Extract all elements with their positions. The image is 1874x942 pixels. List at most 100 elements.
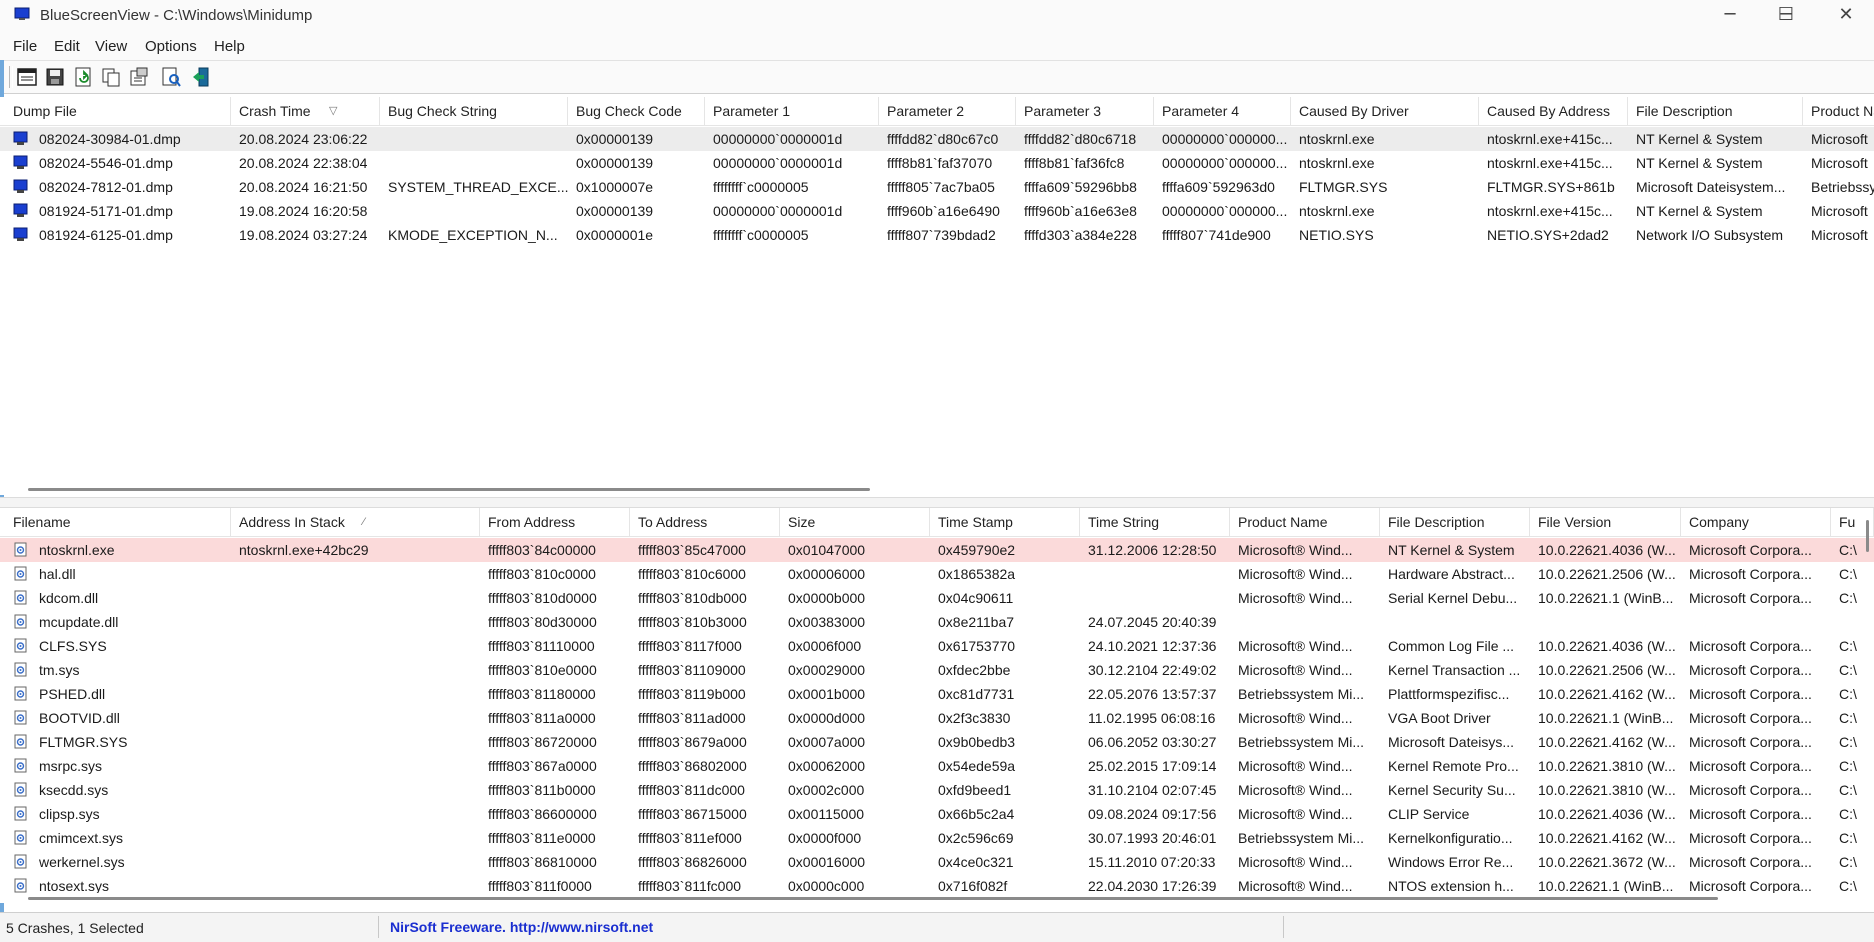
- cell-time-stamp: 0xc81d7731: [938, 686, 1015, 702]
- cell-to-address: fffff803`810b3000: [638, 614, 747, 630]
- table-row[interactable]: PSHED.dll fffff803`81180000 fffff803`8119b…: [0, 682, 1874, 706]
- column-header-parameter-1[interactable]: Parameter 1: [705, 97, 879, 125]
- crash-list-horizontal-scrollbar[interactable]: [0, 484, 1874, 494]
- driver-list[interactable]: Filename Address In Stack ⁄ From Address …: [0, 508, 1874, 896]
- properties-icon[interactable]: [128, 66, 150, 88]
- column-header-to-address[interactable]: To Address: [630, 508, 780, 536]
- cell-filename: werkernel.sys: [39, 854, 125, 870]
- table-row[interactable]: 082024-30984-01.dmp 20.08.2024 23:06:22 0x…: [0, 127, 1874, 151]
- cell-to-address: fffff803`811ef000: [638, 830, 742, 846]
- table-row[interactable]: CLFS.SYS fffff803`81110000 fffff803`8117f0…: [0, 634, 1874, 658]
- maximize-icon: ☐: [1777, 4, 1795, 25]
- table-row[interactable]: mcupdate.dll fffff803`80d30000 fffff803`81…: [0, 610, 1874, 634]
- driver-list-vertical-scroll-thumb[interactable]: [1866, 520, 1869, 552]
- menu-edit[interactable]: Edit: [54, 38, 80, 55]
- column-header-size[interactable]: Size: [780, 508, 930, 536]
- find-icon[interactable]: [160, 66, 182, 88]
- table-row[interactable]: msrpc.sys fffff803`867a0000 fffff803`86802…: [0, 754, 1874, 778]
- table-row[interactable]: hal.dll fffff803`810c0000 fffff803`810c600…: [0, 562, 1874, 586]
- cell-from-address: fffff803`810d0000: [488, 590, 597, 606]
- cell-from-address: fffff803`80d30000: [488, 614, 597, 630]
- cell-time-stamp: 0x2c596c69: [938, 830, 1014, 846]
- table-row[interactable]: ntoskrnl.exe ntoskrnl.exe+42bc29 fffff803`…: [0, 538, 1874, 562]
- column-header-parameter-4[interactable]: Parameter 4: [1154, 97, 1291, 125]
- maximize-button[interactable]: ☐: [1758, 0, 1814, 32]
- table-row[interactable]: tm.sys fffff803`810e0000 fffff803`81109000…: [0, 658, 1874, 682]
- cell-parameter-3: ffffd303`a384e228: [1024, 227, 1137, 243]
- table-row[interactable]: 082024-5546-01.dmp 20.08.2024 22:38:04 0x0…: [0, 151, 1874, 175]
- table-row[interactable]: werkernel.sys fffff803`86810000 fffff803`8…: [0, 850, 1874, 874]
- table-row[interactable]: 081924-5171-01.dmp 19.08.2024 16:20:58 0x0…: [0, 199, 1874, 223]
- driver-list-scroll-thumb[interactable]: [28, 897, 1718, 900]
- cell-parameter-2: ffff960b`a16e6490: [887, 203, 1000, 219]
- column-header-time-stamp[interactable]: Time Stamp: [930, 508, 1080, 536]
- menu-help[interactable]: Help: [214, 38, 245, 55]
- cell-file-version: [1530, 610, 1681, 634]
- column-header-company[interactable]: Company: [1681, 508, 1831, 536]
- column-header-file-description[interactable]: File Description: [1628, 97, 1803, 125]
- column-header-parameter-2[interactable]: Parameter 2: [879, 97, 1016, 125]
- column-header-bug-check-string[interactable]: Bug Check String: [380, 97, 568, 125]
- cell-filename: ksecdd.sys: [39, 782, 109, 798]
- crash-list-scroll-thumb[interactable]: [28, 488, 870, 491]
- driver-list-horizontal-scrollbar[interactable]: [0, 893, 1874, 903]
- cell-product-name: Microsoft: [1811, 155, 1868, 171]
- cell-file-description: VGA Boot Driver: [1388, 710, 1491, 726]
- exit-icon[interactable]: [190, 66, 212, 88]
- table-row[interactable]: clipsp.sys fffff803`86600000 fffff803`8671…: [0, 802, 1874, 826]
- cell-address-in-stack: [231, 658, 480, 682]
- column-header-caused-by-address[interactable]: Caused By Address: [1479, 97, 1628, 125]
- cell-size: 0x00383000: [788, 614, 866, 630]
- column-header-time-string[interactable]: Time String: [1080, 508, 1230, 536]
- column-header-from-address[interactable]: From Address: [480, 508, 630, 536]
- cell-file-description: Serial Kernel Debu...: [1388, 590, 1518, 606]
- cell-parameter-4: fffff807`741de900: [1162, 227, 1271, 243]
- table-row[interactable]: cmimcext.sys fffff803`811e0000 fffff803`81…: [0, 826, 1874, 850]
- nirsoft-link[interactable]: NirSoft Freeware. http://www.nirsoft.net: [390, 919, 653, 935]
- cell-address-in-stack: [231, 802, 480, 826]
- close-button[interactable]: ✕: [1818, 0, 1874, 32]
- cell-address-in-stack: [231, 778, 480, 802]
- column-header-filename[interactable]: Filename: [5, 508, 231, 536]
- table-row[interactable]: 081924-6125-01.dmp 19.08.2024 03:27:24 KMO…: [0, 223, 1874, 247]
- window-title: BlueScreenView - C:\Windows\Minidump: [40, 7, 313, 24]
- table-row[interactable]: FLTMGR.SYS fffff803`86720000 fffff803`8679…: [0, 730, 1874, 754]
- cell-size: 0x0000d000: [788, 710, 866, 726]
- column-header-crash-time[interactable]: Crash Time ▽: [231, 97, 380, 125]
- table-row[interactable]: BOOTVID.dll fffff803`811a0000 fffff803`811…: [0, 706, 1874, 730]
- cell-parameter-1: ffffffff`c0000005: [713, 179, 809, 195]
- column-header-parameter-3[interactable]: Parameter 3: [1016, 97, 1154, 125]
- copy-icon[interactable]: [100, 66, 122, 88]
- table-row[interactable]: kdcom.dll fffff803`810d0000 fffff803`810db…: [0, 586, 1874, 610]
- refresh-icon[interactable]: [72, 66, 94, 88]
- table-row[interactable]: ksecdd.sys fffff803`811b0000 fffff803`811d…: [0, 778, 1874, 802]
- column-header-product-name[interactable]: Product Name: [1230, 508, 1380, 536]
- html-report-icon[interactable]: [16, 66, 38, 88]
- cell-file-version: 10.0.22621.1 (WinB...: [1538, 710, 1674, 726]
- cell-full-path: C:\: [1839, 710, 1857, 726]
- menu-options[interactable]: Options: [145, 38, 197, 55]
- column-header-bug-check-code[interactable]: Bug Check Code: [568, 97, 705, 125]
- column-header-caused-by-driver[interactable]: Caused By Driver: [1291, 97, 1479, 125]
- column-header-dump-file[interactable]: Dump File: [5, 97, 231, 125]
- column-header-product-name[interactable]: Product Na: [1803, 97, 1874, 125]
- menu-file[interactable]: File: [13, 38, 37, 55]
- column-header-address-in-stack[interactable]: Address In Stack ⁄: [231, 508, 480, 536]
- save-icon[interactable]: [44, 66, 66, 88]
- cell-product-name: Microsoft® Wind...: [1238, 542, 1353, 558]
- pane-splitter[interactable]: [0, 497, 1874, 508]
- column-header-file-description[interactable]: File Description: [1380, 508, 1530, 536]
- cell-crash-time: 20.08.2024 22:38:04: [239, 155, 368, 171]
- menu-view[interactable]: View: [95, 38, 127, 55]
- cell-caused-by-address: FLTMGR.SYS+861b: [1487, 179, 1615, 195]
- crash-list[interactable]: Dump File Crash Time ▽ Bug Check String B…: [0, 97, 1874, 495]
- table-row[interactable]: 082024-7812-01.dmp 20.08.2024 16:21:50 SYS…: [0, 175, 1874, 199]
- cell-time-string: 31.12.2006 12:28:50: [1088, 542, 1217, 558]
- column-header-file-version[interactable]: File Version: [1530, 508, 1681, 536]
- cell-parameter-4: 00000000`000000...: [1162, 131, 1288, 147]
- cell-file-version: 10.0.22621.3810 (W...: [1538, 782, 1676, 798]
- minimize-button[interactable]: ─: [1702, 0, 1758, 32]
- minimize-icon: ─: [1724, 4, 1736, 25]
- cell-address-in-stack: [231, 562, 480, 586]
- cell-filename: mcupdate.dll: [39, 614, 119, 630]
